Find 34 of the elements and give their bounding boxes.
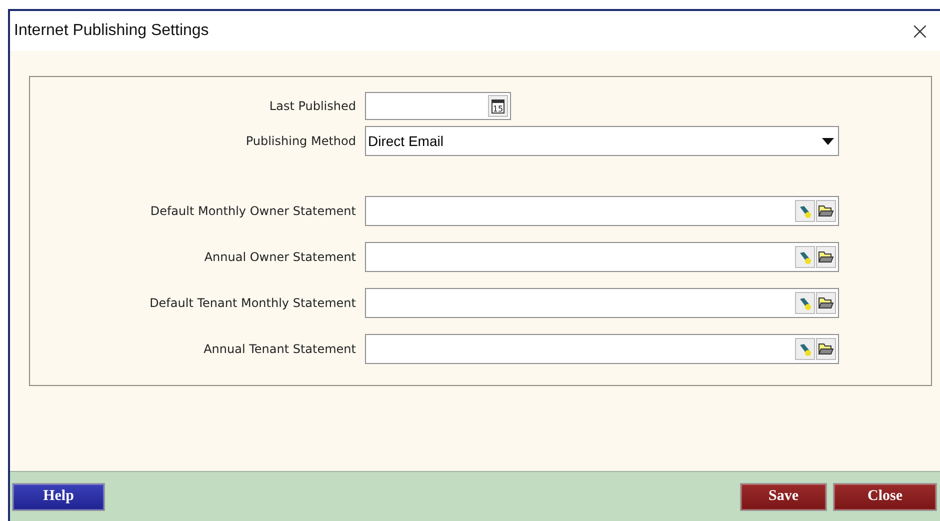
- folder-icon: [818, 296, 834, 310]
- method-dropdown[interactable]: Direct Email: [365, 126, 839, 156]
- statement-field[interactable]: [365, 196, 839, 226]
- folder-button[interactable]: [816, 292, 836, 314]
- folder-button[interactable]: [816, 246, 836, 268]
- field-label: Default Tenant Monthly Statement: [148, 296, 356, 310]
- wand-icon: [798, 204, 812, 218]
- statement-field[interactable]: [365, 334, 839, 364]
- date-field[interactable]: 15: [365, 92, 511, 120]
- footer-button[interactable]: Close: [833, 482, 937, 510]
- wand-button[interactable]: [795, 338, 815, 360]
- field-label: Publishing Method: [244, 134, 356, 148]
- close-button[interactable]: ×: [906, 19, 934, 43]
- footer-button[interactable]: Help: [12, 482, 105, 510]
- folder-icon: [818, 204, 834, 218]
- wand-button[interactable]: [795, 292, 815, 314]
- wand-button[interactable]: [795, 200, 815, 222]
- window-title: Internet Publishing Settings: [14, 22, 209, 40]
- field-label: Annual Owner Statement: [203, 250, 356, 264]
- folder-icon: [818, 342, 834, 356]
- field-label: Default Monthly Owner Statement: [149, 204, 356, 218]
- wand-icon: [798, 250, 812, 264]
- field-label: Annual Tenant Statement: [202, 342, 356, 356]
- footer-button[interactable]: Save: [740, 482, 827, 510]
- wand-icon: [798, 342, 812, 356]
- folder-icon: [818, 250, 834, 264]
- folder-button[interactable]: [816, 200, 836, 222]
- statement-field[interactable]: [365, 242, 839, 272]
- wand-icon: [798, 296, 812, 310]
- field-label: Last Published: [268, 99, 356, 113]
- folder-button[interactable]: [816, 338, 836, 360]
- dropdown-arrow-icon: [822, 138, 834, 144]
- wand-button[interactable]: [795, 246, 815, 268]
- statement-field[interactable]: [365, 288, 839, 318]
